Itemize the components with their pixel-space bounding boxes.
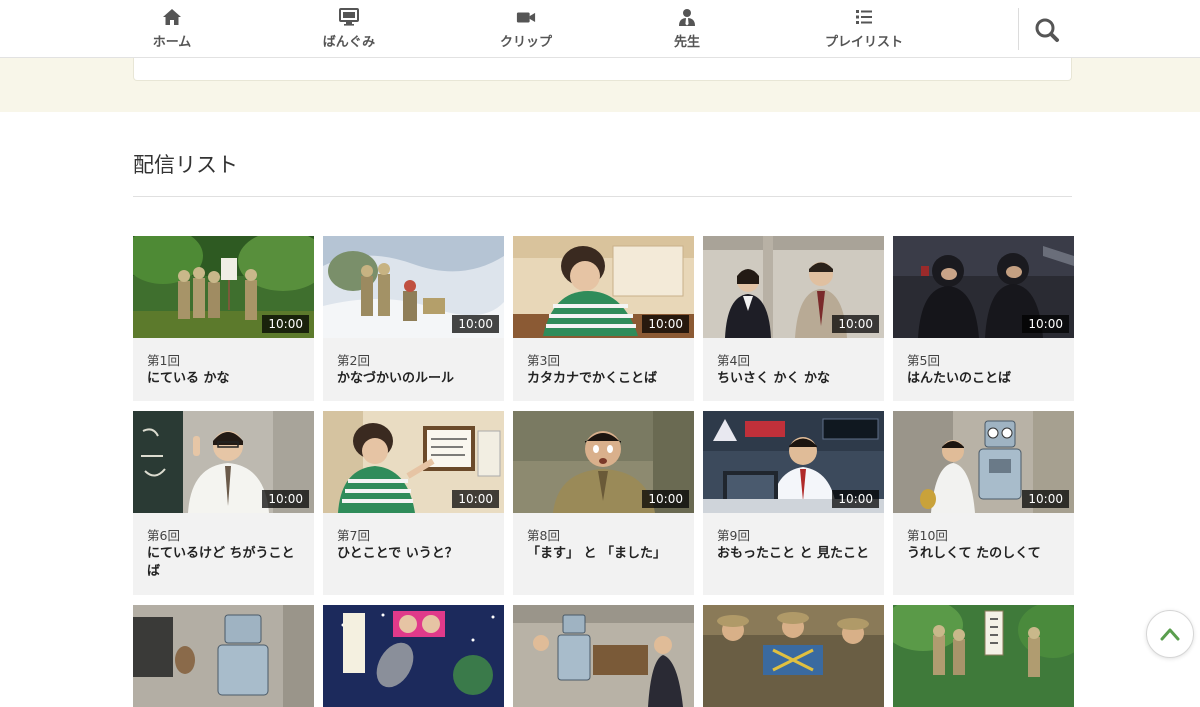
episode-title: 「ます」 と 「ました」 [527,546,667,561]
episode-thumbnail: 10:00 [703,236,884,338]
episode-title: にているけど ちがうことば [147,546,295,579]
duration-badge: 10:00 [642,490,689,508]
duration-badge: 10:00 [262,315,309,333]
episode-card-2[interactable]: 10:00 第2回 かなづかいのルール [323,236,504,401]
nav-clips-label: クリップ [499,35,552,50]
episode-card-4[interactable]: 10:00 第4回 ちいさく かく かな [703,236,884,401]
episode-thumbnail: 10:00 [323,236,504,338]
episode-number: 第1回 [147,353,180,368]
search-icon [1035,18,1059,42]
episode-card-13[interactable] [513,605,694,707]
nav-programs-label: ばんぐみ [322,35,376,50]
episode-thumbnail [323,605,504,707]
episode-number: 第4回 [717,353,750,368]
episode-title: うれしくて たのしくて [907,546,1041,561]
episode-title: かなづかいのルール [337,371,455,386]
nav-clips[interactable]: クリップ [476,8,576,50]
section-divider [133,196,1072,197]
nav-playlists[interactable]: プレイリスト [814,8,914,50]
duration-badge: 10:00 [1022,490,1069,508]
episode-card-6[interactable]: 10:00 第6回 にているけど ちがうことば [133,411,314,595]
episode-thumbnail [513,605,694,707]
section-title: 配信リスト [133,153,238,177]
episode-title: おもったこと と 見たこと [717,546,870,561]
episode-number: 第10回 [907,528,948,543]
episode-thumbnail: 10:00 [133,236,314,338]
episode-title: はんたいのことば [907,371,1012,386]
episode-number: 第8回 [527,528,560,543]
top-nav: ホーム ばんぐみ クリップ 先生 プレイリスト [0,0,1200,58]
episode-number: 第7回 [337,528,370,543]
episode-thumbnail: 10:00 [323,411,504,513]
episode-card-7[interactable]: 10:00 第7回 ひとことで いうと？ [323,411,504,595]
duration-badge: 10:00 [642,315,689,333]
duration-badge: 10:00 [452,315,499,333]
episode-card-1[interactable]: 10:00 第1回 にている かな [133,236,314,401]
nav-teachers[interactable]: 先生 [637,8,737,50]
episode-thumbnail: 10:00 [703,411,884,513]
nav-playlists-label: プレイリスト [824,35,903,50]
episode-card-14[interactable] [703,605,884,707]
episode-number: 第6回 [147,528,180,543]
episode-title: ひとことで いうと？ [337,546,458,561]
band-card [133,58,1072,81]
episode-thumbnail: 10:00 [893,236,1074,338]
episode-card-10[interactable]: 10:00 第10回 うれしくて たのしくて [893,411,1074,595]
nav-home-label: ホーム [152,35,192,50]
duration-badge: 10:00 [262,490,309,508]
duration-badge: 10:00 [452,490,499,508]
chevron-up-icon [1160,628,1180,641]
nav-programs[interactable]: ばんぐみ [299,8,399,50]
episode-card-15[interactable] [893,605,1074,707]
episode-number: 第3回 [527,353,560,368]
duration-badge: 10:00 [1022,315,1069,333]
episode-thumbnail [703,605,884,707]
episode-thumbnail: 10:00 [513,411,694,513]
episode-title: カタカナでかくことば [527,371,658,386]
tv-icon [339,8,359,26]
episode-title: ちいさく かく かな [717,371,831,386]
episode-card-5[interactable]: 10:00 第5回 はんたいのことば [893,236,1074,401]
episode-card-3[interactable]: 10:00 第3回 カタカナでかくことば [513,236,694,401]
nav-home[interactable]: ホーム [122,8,222,50]
search-button[interactable] [1032,14,1064,46]
episode-number: 第2回 [337,353,370,368]
teacher-icon [679,9,695,26]
episode-number: 第9回 [717,528,750,543]
back-to-top-button[interactable] [1146,610,1194,658]
duration-badge: 10:00 [832,490,879,508]
episode-card-9[interactable]: 10:00 第9回 おもったこと と 見たこと [703,411,884,595]
home-icon [163,9,181,25]
episode-card-12[interactable] [323,605,504,707]
episode-card-8[interactable]: 10:00 第8回 「ます」 と 「ました」 [513,411,694,595]
episode-thumbnail: 10:00 [893,411,1074,513]
episode-thumbnail: 10:00 [513,236,694,338]
episode-title: にている かな [147,371,230,386]
duration-badge: 10:00 [832,315,879,333]
episode-thumbnail [133,605,314,707]
episode-number: 第5回 [907,353,940,368]
nav-divider [1018,8,1019,50]
episode-card-11[interactable] [133,605,314,707]
video-camera-icon [516,12,536,23]
nav-teachers-label: 先生 [673,35,700,50]
list-icon [856,10,872,24]
episode-thumbnail: 10:00 [133,411,314,513]
top-band [0,58,1200,112]
episode-thumbnail [893,605,1074,707]
